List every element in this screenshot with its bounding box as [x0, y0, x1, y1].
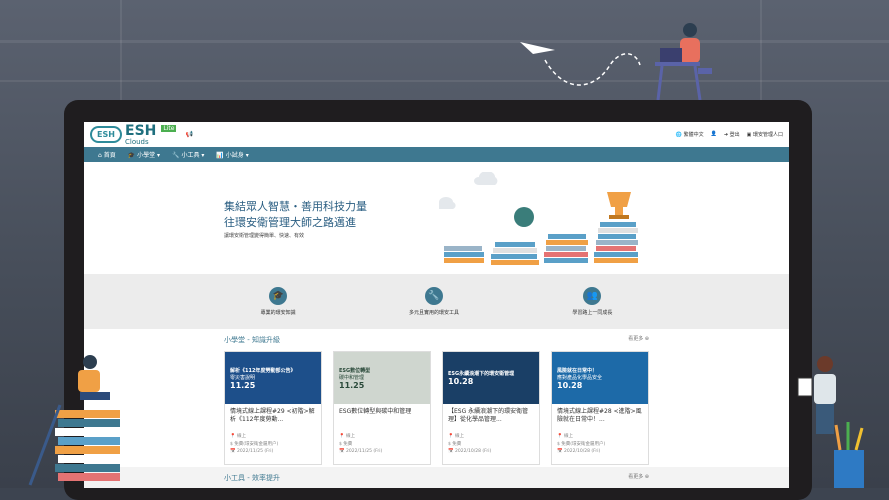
browser-screen: ESH ESH Clouds Lite 📢 🌐 繁體中文 👤 ➜ 登出 ▣ 環安…: [84, 122, 789, 488]
top-right-links: 🌐 繁體中文 👤 ➜ 登出 ▣ 環安管理人口: [676, 131, 783, 138]
language-label: 繁體中文: [683, 132, 704, 138]
card-banner-date: 11.25: [230, 380, 256, 390]
nav-label: 小學堂: [137, 152, 156, 159]
nav-item-tools[interactable]: 🔧 小工具 ▾: [172, 150, 204, 159]
card-banner-title: 風險就在日常中！: [557, 367, 598, 374]
card-fee-text: 免費: [343, 442, 353, 447]
card-location: 📍 線上: [339, 434, 356, 439]
person-tablet-illustration: [797, 356, 864, 488]
nav-label: 小試身: [225, 152, 244, 159]
top-bar: ESH ESH Clouds Lite 📢 🌐 繁體中文 👤 ➜ 登出 ▣ 環安…: [84, 122, 789, 147]
card-fee-text: 免費: [452, 442, 462, 447]
logo-sub: Clouds: [125, 137, 149, 146]
card-date-text: 2022/10/28 (Fri): [564, 449, 601, 454]
card-banner-subtitle: 碳中和管理: [339, 374, 365, 381]
card-fee-text: 免費(環安衛金屬用户): [234, 442, 279, 447]
hero-title-line2: 往環安衛管理大師之路邁進: [224, 216, 356, 229]
lite-badge: Lite: [161, 125, 177, 132]
card-banner-title: ESG數位轉型: [339, 367, 371, 374]
logo-cloud-mark: ESH: [90, 126, 122, 143]
course-card[interactable]: ESG永續浪潮下的環安衛管理 10.28 【ESG 永續浪潮下的環安衛管理】從化…: [442, 351, 540, 465]
card-date: 📅 2022/10/28 (Fri): [557, 449, 601, 454]
card-banner: ESG數位轉型 碳中和管理 11.25: [334, 352, 430, 404]
feature-knowledge[interactable]: 🎓 專業的環安知識: [261, 287, 296, 316]
section-title: 小工具 - 效率提升: [224, 474, 280, 482]
card-date-text: 2022/11/25 (Fri): [346, 449, 383, 454]
section-tools-header: 小工具 - 效率提升 看更多 ⊕: [84, 467, 789, 483]
card-banner-date: 10.28: [557, 380, 583, 390]
account-link[interactable]: ▣ 環安管理人口: [747, 131, 783, 138]
features-bar: 🎓 專業的環安知識 🔧 多元且實用的環安工具 👥 學習路上一同成長: [84, 274, 789, 329]
course-card[interactable]: 風險就在日常中！ 應對產品化學品安全 10.28 情境式線上課程#28 <進階>…: [551, 351, 649, 465]
card-fee: $ 免費: [448, 442, 462, 447]
feature-tools[interactable]: 🔧 多元且實用的環安工具: [409, 287, 459, 316]
language-link[interactable]: 🌐 繁體中文: [676, 131, 704, 138]
card-location-text: 線上: [237, 434, 247, 439]
card-date-text: 2022/11/25 (Fri): [237, 449, 274, 454]
card-fee: $ 免費(環安衛金屬用户): [557, 442, 606, 447]
card-banner: ESG永續浪潮下的環安衛管理 10.28: [443, 352, 539, 404]
see-more-link[interactable]: 看更多 ⊕: [628, 473, 649, 483]
card-date: 📅 2022/10/28 (Fri): [448, 449, 492, 454]
card-banner: 風險就在日常中！ 應對產品化學品安全 10.28: [552, 352, 648, 404]
hero-title-line1: 集結眾人智慧・善用科技力量: [224, 200, 367, 213]
section-academy-header: 小學堂 - 知識升級 看更多 ⊕: [84, 329, 789, 345]
paper-plane-illustration: [520, 42, 641, 86]
card-banner-title: 解析《112年度勞動部公告》: [230, 367, 296, 374]
megaphone-icon[interactable]: 📢: [185, 131, 192, 138]
logo-name: ESH: [125, 122, 157, 139]
book-stack-illustration: [439, 172, 638, 265]
logout-link[interactable]: ➜ 登出: [724, 131, 740, 138]
logo[interactable]: ESH ESH Clouds Lite 📢: [90, 124, 193, 146]
nav-item-test[interactable]: 📊 小試身 ▾: [216, 150, 248, 159]
wrench-icon: 🔧: [424, 287, 443, 305]
card-banner-subtitle: 零災害說明: [230, 374, 256, 381]
user-icon[interactable]: 👤: [711, 131, 717, 138]
hero-banner: 集結眾人智慧・善用科技力量 往環安衛管理大師之路邁進 讓環安衛管理變得簡單、快速…: [84, 162, 789, 274]
group-icon: 👥: [583, 287, 602, 305]
section-title: 小學堂 - 知識升級: [224, 336, 280, 344]
card-title[interactable]: 情境式線上課程#28 <進階>風險就在日常中！...: [552, 404, 648, 432]
main-nav: ⌂ 首頁 🎓 小學堂 ▾ 🔧 小工具 ▾ 📊 小試身 ▾: [84, 147, 789, 162]
see-more-link[interactable]: 看更多 ⊕: [628, 335, 649, 345]
card-banner-subtitle: 應對產品化學品安全: [557, 374, 603, 381]
section-tools: 小工具 - 效率提升 看更多 ⊕: [84, 467, 789, 488]
card-location: 📍 線上: [230, 434, 247, 439]
course-card[interactable]: 解析《112年度勞動部公告》 零災害說明 11.25 情境式線上課程#29 <初…: [224, 351, 322, 465]
feature-label: 多元且實用的環安工具: [408, 310, 459, 316]
card-banner-title: ESG永續浪潮下的環安衛管理: [448, 371, 515, 377]
nav-label: 小工具: [181, 152, 200, 159]
nav-item-academy[interactable]: 🎓 小學堂 ▾: [128, 150, 160, 159]
nav-item-home[interactable]: ⌂ 首頁: [98, 150, 116, 159]
course-card[interactable]: ESG數位轉型 碳中和管理 11.25 ESG數位轉型與碳中和管理 📍 線上 $…: [333, 351, 431, 465]
card-date: 📅 2022/11/25 (Fri): [230, 449, 274, 454]
feature-label: 學習路上一同成長: [572, 310, 613, 316]
nav-label: 首頁: [103, 152, 116, 159]
account-label: 環安管理人口: [752, 132, 783, 138]
card-title[interactable]: 【ESG 永續浪潮下的環安衛管理】從化學品管理...: [443, 404, 539, 432]
card-banner-date: 11.25: [339, 380, 365, 390]
card-fee: $ 免費: [339, 442, 353, 447]
card-banner: 解析《112年度勞動部公告》 零災害說明 11.25: [225, 352, 321, 404]
card-date-text: 2022/10/28 (Fri): [455, 449, 492, 454]
card-location: 📍 線上: [557, 434, 574, 439]
card-title[interactable]: ESG數位轉型與碳中和管理: [334, 404, 430, 432]
card-location: 📍 線上: [448, 434, 465, 439]
card-title[interactable]: 情境式線上課程#29 <初階>解析《112年度勞動...: [225, 404, 321, 432]
feature-community[interactable]: 👥 學習路上一同成長: [572, 287, 612, 316]
person-laptop-illustration: [655, 23, 712, 101]
card-banner-date: 10.28: [448, 377, 474, 386]
card-location-text: 線上: [346, 434, 356, 439]
feature-label: 專業的環安知識: [260, 310, 296, 316]
card-date: 📅 2022/11/25 (Fri): [339, 449, 383, 454]
course-cards: 解析《112年度勞動部公告》 零災害說明 11.25 情境式線上課程#29 <初…: [84, 345, 789, 465]
graduation-cap-icon: 🎓: [269, 287, 288, 305]
card-location-text: 線上: [564, 434, 574, 439]
person-reading-illustration: [28, 355, 120, 486]
hero-subtitle: 讓環安衛管理變得簡單、快速、有效: [224, 233, 305, 239]
card-fee: $ 免費(環安衛金屬用户): [230, 442, 279, 447]
logout-label: 登出: [729, 132, 740, 138]
card-fee-text: 免費(環安衛金屬用户): [561, 442, 606, 447]
card-location-text: 線上: [455, 434, 465, 439]
